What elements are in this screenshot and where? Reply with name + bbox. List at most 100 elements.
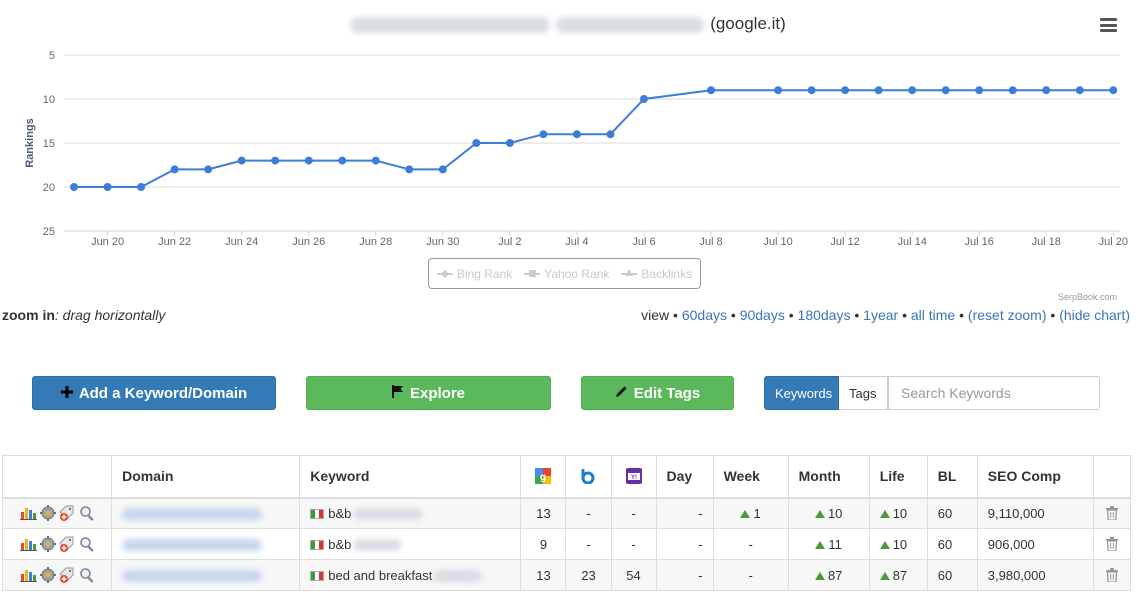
data-point[interactable] bbox=[908, 86, 917, 95]
magnifier-icon[interactable] bbox=[79, 505, 95, 522]
month-header[interactable]: Month bbox=[787, 455, 870, 499]
actions-cell bbox=[1, 528, 113, 560]
search-keywords-input[interactable] bbox=[888, 376, 1100, 410]
month-change-cell: 87 bbox=[787, 559, 870, 591]
data-point[interactable] bbox=[807, 86, 816, 95]
chart-bars-icon[interactable] bbox=[19, 568, 37, 582]
data-point[interactable] bbox=[774, 86, 783, 95]
keyword-header[interactable]: Keyword bbox=[299, 455, 522, 499]
view-range-links: view • 60days • 90days • 180days • 1year… bbox=[641, 307, 1130, 323]
explore-button[interactable]: Explore bbox=[306, 376, 551, 410]
keyword-cell[interactable]: b&b bbox=[299, 497, 522, 529]
data-point[interactable] bbox=[371, 156, 380, 165]
x-tick-label: Jul 2 bbox=[498, 236, 521, 248]
yahoo-icon: Y! bbox=[625, 468, 642, 485]
domain-cell[interactable] bbox=[111, 528, 301, 560]
life-header[interactable]: Life bbox=[868, 455, 928, 499]
x-tick-label: Jul 4 bbox=[565, 236, 588, 248]
data-point[interactable] bbox=[1109, 86, 1118, 95]
data-point[interactable] bbox=[606, 130, 615, 139]
data-point[interactable] bbox=[304, 156, 313, 165]
add-keyword-domain-button[interactable]: Add a Keyword/Domain bbox=[32, 376, 276, 410]
bing-header[interactable] bbox=[565, 455, 612, 499]
yahoo-header[interactable]: Y! bbox=[610, 455, 657, 499]
data-point[interactable] bbox=[1075, 86, 1084, 95]
hide-chart-link[interactable]: (hide chart) bbox=[1059, 307, 1130, 323]
separator: • bbox=[1050, 307, 1056, 323]
data-point[interactable] bbox=[975, 86, 984, 95]
table-row: b&b 9 - - - - 11 10 60 906,000 bbox=[1, 528, 1132, 560]
data-point[interactable] bbox=[70, 183, 79, 191]
blurred-keyword bbox=[353, 539, 402, 552]
up-arrow-icon bbox=[740, 509, 751, 518]
gear-icon[interactable] bbox=[39, 567, 56, 583]
tags-scope-button[interactable]: Tags bbox=[839, 376, 888, 410]
view-90days-link[interactable]: 90days bbox=[740, 307, 785, 323]
legend-item-backlinks[interactable]: Backlinks bbox=[621, 267, 692, 281]
reset-zoom-link[interactable]: (reset zoom) bbox=[968, 307, 1047, 323]
data-point[interactable] bbox=[841, 86, 850, 95]
data-point[interactable] bbox=[170, 165, 179, 174]
keyword-cell[interactable]: bed and breakfast bbox=[299, 559, 522, 591]
blurred-keyword bbox=[353, 508, 424, 521]
data-point[interactable] bbox=[405, 165, 414, 174]
data-point[interactable] bbox=[237, 156, 246, 165]
view-60days-link[interactable]: 60days bbox=[682, 307, 727, 323]
add-tag-icon[interactable] bbox=[58, 505, 76, 522]
actions-cell bbox=[1, 497, 113, 529]
trash-icon[interactable] bbox=[1105, 506, 1118, 521]
google-header[interactable]: g bbox=[520, 455, 567, 499]
add-tag-icon[interactable] bbox=[58, 536, 76, 552]
data-point[interactable] bbox=[472, 139, 481, 147]
seo-comp-cell: 906,000 bbox=[976, 528, 1094, 560]
keywords-scope-button[interactable]: Keywords bbox=[764, 376, 839, 410]
data-point[interactable] bbox=[505, 139, 514, 147]
chart-bars-icon[interactable] bbox=[19, 506, 37, 521]
gear-icon[interactable] bbox=[39, 505, 56, 522]
add-tag-icon[interactable] bbox=[58, 567, 76, 583]
data-point[interactable] bbox=[1042, 86, 1051, 95]
blurred-domain bbox=[122, 539, 263, 552]
seo-comp-cell: 9,110,000 bbox=[976, 497, 1094, 529]
backlinks-cell: 60 bbox=[926, 528, 978, 560]
data-point[interactable] bbox=[539, 130, 548, 139]
view-all-time-link[interactable]: all time bbox=[911, 307, 955, 323]
domain-header[interactable]: Domain bbox=[111, 455, 301, 499]
edit-tags-button[interactable]: Edit Tags bbox=[581, 376, 734, 410]
chart-credit[interactable]: SerpBook.com bbox=[1058, 292, 1117, 302]
magnifier-icon[interactable] bbox=[79, 536, 95, 552]
keywords-table: Domain Keyword g Y! Day Week Month Life … bbox=[1, 455, 1132, 591]
data-point[interactable] bbox=[438, 165, 447, 174]
data-point[interactable] bbox=[941, 86, 950, 95]
chart-bars-icon[interactable] bbox=[19, 537, 37, 551]
legend-item-yahoo[interactable]: Yahoo Rank bbox=[524, 267, 609, 281]
legend-item-bing[interactable]: Bing Rank bbox=[436, 267, 512, 281]
ranking-chart[interactable]: 5 10 15 20 25 Jun 20 Jun 22 Jun 24 Jun 26 Jun 28… bbox=[0, 0, 1136, 250]
domain-cell[interactable] bbox=[111, 497, 301, 529]
data-point[interactable] bbox=[572, 130, 581, 139]
week-header[interactable]: Week bbox=[712, 455, 789, 499]
day-header[interactable]: Day bbox=[655, 455, 714, 499]
data-point[interactable] bbox=[874, 86, 883, 95]
keyword-cell[interactable]: b&b bbox=[299, 528, 522, 560]
bl-header[interactable]: BL bbox=[926, 455, 978, 499]
up-arrow-icon bbox=[814, 509, 825, 518]
week-change: - bbox=[748, 536, 753, 552]
trash-icon[interactable] bbox=[1105, 537, 1118, 551]
data-point[interactable] bbox=[1008, 86, 1017, 95]
data-point[interactable] bbox=[707, 86, 716, 95]
trash-icon[interactable] bbox=[1105, 568, 1118, 582]
view-1year-link[interactable]: 1year bbox=[863, 307, 898, 323]
seo-comp-header[interactable]: SEO Comp bbox=[976, 455, 1094, 499]
domain-cell[interactable] bbox=[111, 559, 301, 591]
row-actions bbox=[13, 536, 101, 552]
data-point[interactable] bbox=[639, 95, 648, 103]
gear-icon[interactable] bbox=[39, 536, 56, 552]
data-point[interactable] bbox=[271, 156, 280, 165]
magnifier-icon[interactable] bbox=[79, 567, 95, 583]
data-point[interactable] bbox=[103, 183, 112, 191]
view-180days-link[interactable]: 180days bbox=[798, 307, 851, 323]
data-point[interactable] bbox=[204, 165, 213, 174]
data-point[interactable] bbox=[338, 156, 347, 165]
data-point[interactable] bbox=[137, 183, 146, 191]
